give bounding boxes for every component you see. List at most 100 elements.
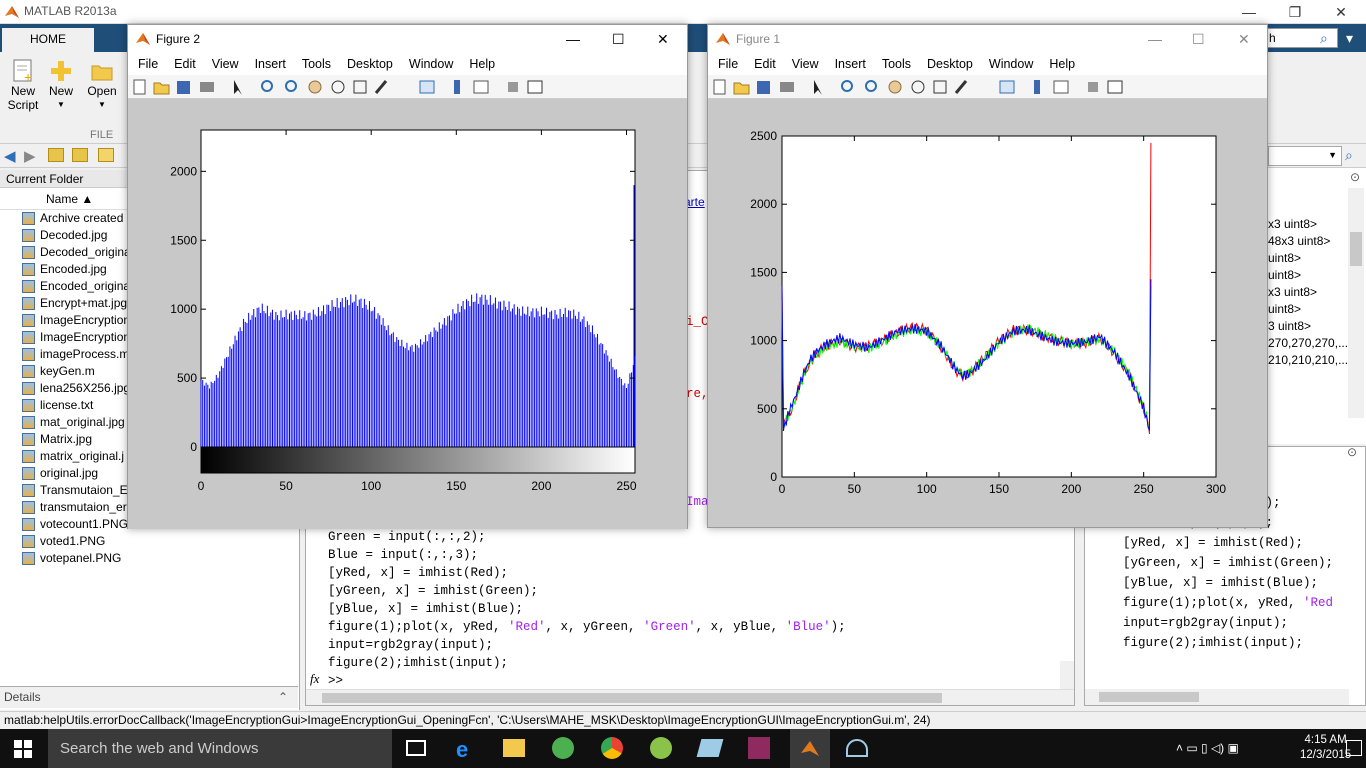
path-dropdown[interactable]: ▼	[1268, 146, 1342, 166]
legend-icon	[473, 80, 489, 94]
clock-time[interactable]: 4:15 AM	[1300, 733, 1351, 748]
menu-item-view[interactable]: View	[792, 57, 819, 71]
ribbon-expand-icon[interactable]: ▾	[1346, 30, 1353, 47]
figure-1-titlebar[interactable]: Figure 1 — ☐ ✕	[708, 25, 1267, 53]
search-icon[interactable]: ⌕	[1345, 147, 1353, 164]
minimize-button[interactable]: —	[1148, 25, 1162, 53]
edge-browser-icon[interactable]: e	[456, 737, 468, 763]
code-line: Green = input(:,:,2);	[328, 530, 486, 544]
menu-item-edit[interactable]: Edit	[754, 57, 776, 71]
workspace-value[interactable]: 3 uint8>	[1268, 318, 1348, 335]
history-line[interactable]: [yBlue, x] = imhist(Blue);	[1123, 573, 1333, 593]
tab-home[interactable]: HOME	[2, 28, 94, 52]
menu-item-tools[interactable]: Tools	[302, 57, 331, 71]
open-button[interactable]: Open ▼	[86, 58, 118, 112]
close-button[interactable]: ✕	[1318, 0, 1364, 24]
menu-item-insert[interactable]: Insert	[255, 57, 286, 71]
figure-toolbar-icons[interactable]	[128, 75, 548, 99]
workspace-value[interactable]: 48x3 uint8>	[1268, 233, 1348, 250]
workspace-value[interactable]: 210,210,210,...	[1268, 352, 1348, 369]
menu-item-insert[interactable]: Insert	[835, 57, 866, 71]
menu-item-file[interactable]: File	[718, 57, 738, 71]
app-icon[interactable]	[650, 737, 672, 759]
globe-app-icon[interactable]	[552, 737, 574, 759]
workspace-value[interactable]: uint8>	[1268, 250, 1348, 267]
x-tick-label: 100	[917, 482, 937, 496]
figure-2-window[interactable]: Figure 2 — ☐ ✕ File Edit View Insert Tools De…	[127, 24, 688, 529]
scrollbar-thumb[interactable]	[1350, 232, 1362, 266]
history-line[interactable]: figure(2);imhist(input);	[1123, 633, 1333, 653]
file-icon	[22, 501, 35, 514]
workspace-scrollbar[interactable]	[1348, 188, 1364, 418]
taskbar-search-box[interactable]: Search the web and Windows	[48, 729, 392, 768]
figure-1-canvas: 0 500 1000 1500 2000 2500 0 50 100 150 200 250 300	[708, 99, 1267, 527]
menu-item-window[interactable]: Window	[409, 57, 453, 71]
figure-1-window[interactable]: Figure 1 — ☐ ✕ File Edit View Insert Tools De…	[707, 24, 1268, 528]
panel-menu-icon[interactable]: ⊙	[1350, 170, 1360, 184]
pdf-app-icon[interactable]	[748, 737, 770, 759]
workspace-value[interactable]: uint8>	[1268, 301, 1348, 318]
matlab-taskbar-button[interactable]	[790, 729, 830, 768]
task-view-icon[interactable]	[406, 740, 426, 756]
workspace-value[interactable]: x3 uint8>	[1268, 284, 1348, 301]
new-button[interactable]: New ▼	[46, 58, 76, 112]
search-icon[interactable]: ⌕	[1320, 30, 1328, 47]
close-button[interactable]: ✕	[1238, 25, 1250, 53]
menu-item-view[interactable]: View	[212, 57, 239, 71]
fx-icon[interactable]: fx	[310, 671, 319, 687]
maximize-button[interactable]: ☐	[1192, 25, 1205, 53]
close-button[interactable]: ✕	[657, 25, 669, 53]
menu-item-help[interactable]: Help	[1049, 57, 1075, 71]
tray-icons[interactable]: ˄ ▭ ▯ ◁) ▣	[1176, 741, 1239, 755]
x-tick-label: 250	[1134, 482, 1154, 496]
history-line[interactable]: figure(1);plot(x, yRed, 'Red	[1123, 593, 1333, 613]
notepad-app-icon[interactable]	[696, 739, 724, 757]
file-name: voted1.PNG	[40, 534, 106, 548]
menu-item-file[interactable]: File	[138, 57, 158, 71]
chrome-browser-icon[interactable]	[601, 737, 623, 759]
network-app-icon[interactable]	[846, 739, 868, 757]
windows-start-icon[interactable]	[14, 740, 32, 758]
browse-folder-icon[interactable]	[72, 148, 88, 162]
forward-arrow-icon[interactable]: ▶	[24, 147, 36, 165]
path-folder-icon[interactable]	[98, 148, 114, 162]
menu-item-edit[interactable]: Edit	[174, 57, 196, 71]
horizontal-scrollbar[interactable]	[306, 689, 1074, 705]
figure-2-menubar: File Edit View Insert Tools Desktop Window Help	[128, 53, 687, 75]
workspace-value[interactable]: x3 uint8>	[1268, 216, 1348, 233]
back-arrow-icon[interactable]: ◀	[4, 147, 16, 165]
minimize-button[interactable]: —	[1226, 0, 1272, 24]
history-line[interactable]: input=rgb2gray(input);	[1123, 613, 1333, 633]
menu-item-tools[interactable]: Tools	[882, 57, 911, 71]
up-folder-icon[interactable]	[48, 148, 64, 162]
file-list-item[interactable]: voted1.PNG	[0, 533, 299, 550]
panel-menu-icon[interactable]: ⊙	[1347, 445, 1357, 459]
vertical-scrollbar[interactable]	[1060, 661, 1074, 689]
menu-item-desktop[interactable]: Desktop	[927, 57, 973, 71]
maximize-button[interactable]: ❐	[1272, 0, 1318, 24]
scrollbar-thumb[interactable]	[322, 693, 942, 703]
minimize-button[interactable]: —	[566, 25, 580, 53]
history-line[interactable]: [yRed, x] = imhist(Red);	[1123, 533, 1333, 553]
details-panel-header[interactable]: Details ⌃	[0, 686, 298, 708]
colorbar-icon	[454, 80, 460, 94]
file-list-item[interactable]: votepanel.PNG	[0, 550, 299, 567]
notifications-icon[interactable]	[1346, 740, 1362, 756]
scrollbar-thumb[interactable]	[1099, 692, 1199, 702]
file-explorer-icon[interactable]	[503, 739, 525, 757]
history-line[interactable]: [yGreen, x] = imhist(Green);	[1123, 553, 1333, 573]
chevron-up-icon[interactable]: ⌃	[278, 687, 288, 707]
workspace-value[interactable]: 270,270,270,...	[1268, 335, 1348, 352]
menu-item-help[interactable]: Help	[469, 57, 495, 71]
clock-date[interactable]: 12/3/2015	[1300, 748, 1351, 763]
new-script-button[interactable]: + New Script	[6, 58, 40, 112]
figure-toolbar-icons[interactable]	[708, 75, 1128, 99]
history-hscrollbar[interactable]	[1085, 689, 1349, 705]
workspace-value[interactable]: uint8>	[1268, 267, 1348, 284]
maximize-button[interactable]: ☐	[612, 25, 625, 53]
figure-2-titlebar[interactable]: Figure 2 — ☐ ✕	[128, 25, 687, 53]
print-icon	[200, 82, 214, 92]
matlab-logo-icon	[801, 741, 819, 756]
menu-item-desktop[interactable]: Desktop	[347, 57, 393, 71]
menu-item-window[interactable]: Window	[989, 57, 1033, 71]
